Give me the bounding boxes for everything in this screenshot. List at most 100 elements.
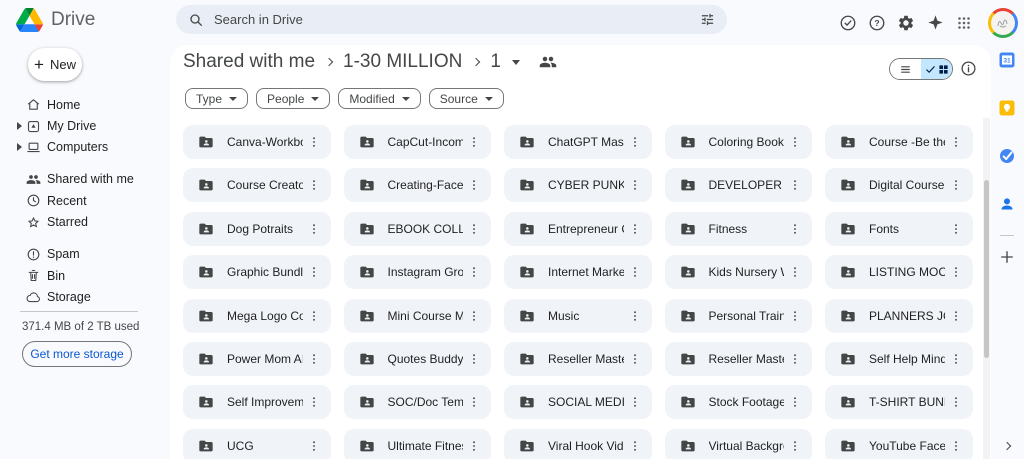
more-options-icon[interactable]: [624, 348, 646, 370]
folder-tile[interactable]: Power Mom AI c...: [183, 342, 331, 376]
search-options-icon[interactable]: [700, 12, 715, 27]
folder-tile[interactable]: Fitness: [665, 212, 813, 246]
more-options-icon[interactable]: [463, 305, 485, 327]
show-side-panel-chevron-icon[interactable]: [1003, 442, 1011, 450]
folder-tile[interactable]: Entrepreneur Co...: [504, 212, 652, 246]
more-options-icon[interactable]: [945, 261, 967, 283]
folder-tile[interactable]: SOCIAL MEDIA , ...: [504, 385, 652, 419]
more-options-icon[interactable]: [624, 174, 646, 196]
drive-logo[interactable]: Drive: [16, 8, 95, 32]
folder-tile[interactable]: Graphic Bundle: [183, 255, 331, 289]
more-options-icon[interactable]: [463, 131, 485, 153]
folder-tile[interactable]: Course Creator ...: [183, 168, 331, 202]
new-button[interactable]: + New: [28, 48, 82, 81]
folder-tile[interactable]: Mega Logo Coll...: [183, 299, 331, 333]
folder-menu-caret-icon[interactable]: [512, 60, 520, 65]
folder-tile[interactable]: CYBER PUNK C...: [504, 168, 652, 202]
sidebar-item-recent[interactable]: Recent: [0, 190, 170, 211]
more-options-icon[interactable]: [463, 348, 485, 370]
folder-tile[interactable]: Dog Potraits: [183, 212, 331, 246]
folder-tile[interactable]: Fonts: [825, 212, 973, 246]
list-view-button[interactable]: [890, 59, 921, 79]
more-options-icon[interactable]: [624, 131, 646, 153]
folder-tile[interactable]: Reseller Master ...: [504, 342, 652, 376]
more-options-icon[interactable]: [784, 261, 806, 283]
folder-tile[interactable]: Music: [504, 299, 652, 333]
folder-tile[interactable]: LISTING MOCKU...: [825, 255, 973, 289]
more-options-icon[interactable]: [784, 435, 806, 457]
sidebar-item-bin[interactable]: Bin: [0, 265, 170, 286]
more-options-icon[interactable]: [303, 218, 325, 240]
expand-caret-icon[interactable]: [17, 143, 22, 151]
filter-chip-people[interactable]: People: [256, 88, 330, 109]
breadcrumb-shared-with-me[interactable]: Shared with me: [183, 51, 315, 73]
more-options-icon[interactable]: [945, 435, 967, 457]
folder-tile[interactable]: CapCut-Income...: [344, 125, 492, 159]
more-options-icon[interactable]: [303, 261, 325, 283]
folder-tile[interactable]: Mini Course Max...: [344, 299, 492, 333]
more-options-icon[interactable]: [624, 261, 646, 283]
folder-tile[interactable]: Coloring Books ...: [665, 125, 813, 159]
more-options-icon[interactable]: [463, 391, 485, 413]
more-options-icon[interactable]: [945, 305, 967, 327]
folder-tile[interactable]: Canva-Workboo...: [183, 125, 331, 159]
more-options-icon[interactable]: [303, 435, 325, 457]
keep-icon[interactable]: [999, 100, 1015, 116]
filter-chip-source[interactable]: Source: [429, 88, 504, 109]
more-options-icon[interactable]: [624, 391, 646, 413]
more-options-icon[interactable]: [624, 218, 646, 240]
more-options-icon[interactable]: [945, 131, 967, 153]
more-options-icon[interactable]: [945, 218, 967, 240]
calendar-icon[interactable]: 31: [999, 52, 1015, 68]
grid-view-button[interactable]: [921, 59, 952, 79]
sidebar-item-starred[interactable]: Starred: [0, 212, 170, 233]
more-options-icon[interactable]: [463, 174, 485, 196]
folder-tile[interactable]: PLANNERS JOU...: [825, 299, 973, 333]
more-options-icon[interactable]: [303, 348, 325, 370]
scrollbar-thumb[interactable]: [984, 180, 989, 358]
sidebar-item-spam[interactable]: Spam: [0, 244, 170, 265]
folder-tile[interactable]: T-SHIRT BUNDLE: [825, 385, 973, 419]
folder-tile[interactable]: Self Improveme...: [183, 385, 331, 419]
folder-tile[interactable]: ChatGPT Master...: [504, 125, 652, 159]
more-options-icon[interactable]: [784, 391, 806, 413]
folder-tile[interactable]: Personal Trainer...: [665, 299, 813, 333]
search-input[interactable]: [214, 12, 690, 27]
more-options-icon[interactable]: [303, 131, 325, 153]
more-options-icon[interactable]: [784, 218, 806, 240]
contacts-icon[interactable]: [999, 196, 1015, 212]
more-options-icon[interactable]: [945, 348, 967, 370]
folder-tile[interactable]: Self Help Minds...: [825, 342, 973, 376]
folder-tile[interactable]: EBOOK COLLEC...: [344, 212, 492, 246]
search-bar[interactable]: [176, 5, 727, 34]
folder-tile[interactable]: SOC/Doc Templ...: [344, 385, 492, 419]
sidebar-item-shared-with-me[interactable]: Shared with me: [0, 169, 170, 190]
filter-chip-type[interactable]: Type: [185, 88, 248, 109]
folder-tile[interactable]: DEVELOPER BU...: [665, 168, 813, 202]
folder-tile[interactable]: Digital Course C...: [825, 168, 973, 202]
info-icon[interactable]: [960, 60, 977, 77]
more-options-icon[interactable]: [945, 391, 967, 413]
more-options-icon[interactable]: [945, 174, 967, 196]
folder-tile[interactable]: UCG: [183, 429, 331, 459]
more-options-icon[interactable]: [463, 218, 485, 240]
breadcrumb-current-folder[interactable]: 1: [490, 51, 501, 73]
apps-grid-icon[interactable]: [955, 14, 973, 32]
sidebar-item-home[interactable]: Home: [0, 94, 170, 115]
account-avatar[interactable]: [988, 8, 1018, 38]
more-options-icon[interactable]: [303, 305, 325, 327]
more-options-icon[interactable]: [463, 435, 485, 457]
folder-tile[interactable]: YouTube Faceles...: [825, 429, 973, 459]
gemini-sparkle-icon[interactable]: [926, 14, 944, 32]
offline-status-icon[interactable]: [839, 14, 857, 32]
folder-tile[interactable]: Course -Be the ...: [825, 125, 973, 159]
get-more-storage-button[interactable]: Get more storage: [22, 341, 132, 367]
more-options-icon[interactable]: [303, 391, 325, 413]
filter-chip-modified[interactable]: Modified: [338, 88, 420, 109]
breadcrumb-folder[interactable]: 1-30 MILLION: [343, 51, 462, 73]
more-options-icon[interactable]: [624, 435, 646, 457]
more-options-icon[interactable]: [784, 131, 806, 153]
folder-tile[interactable]: Viral Hook Videos: [504, 429, 652, 459]
settings-icon[interactable]: [897, 14, 915, 32]
sidebar-item-my-drive[interactable]: My Drive: [0, 115, 170, 136]
